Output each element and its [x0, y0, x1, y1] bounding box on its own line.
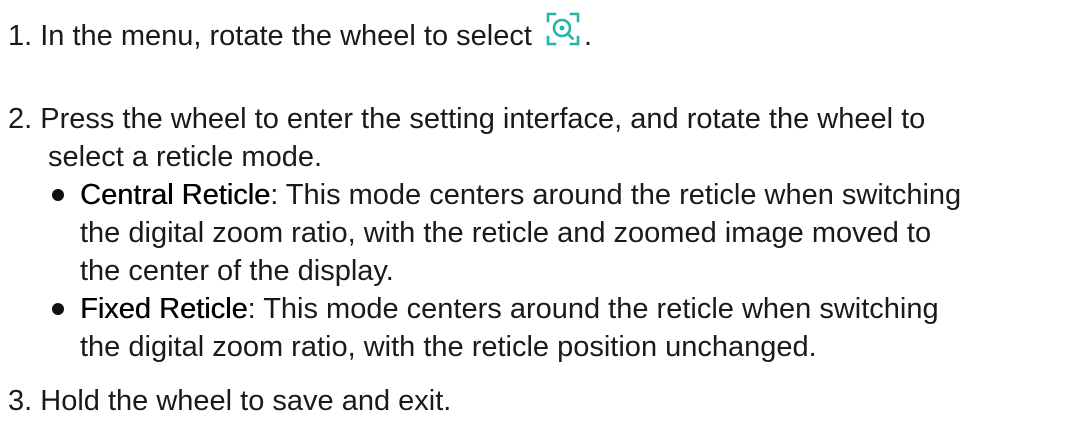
instruction-document: 1. In the menu, rotate the wheel to sele… [0, 0, 1067, 430]
term-central-reticle: Central Reticle [80, 179, 271, 211]
bullet-central-reticle-line-1: Central Reticle: This mode centers aroun… [80, 175, 961, 215]
step-2-text-line-1: Press the wheel to enter the setting int… [40, 103, 926, 135]
step-3-number: 3. [8, 385, 33, 417]
step-1-trailing: . [583, 20, 592, 53]
term-fixed-reticle: Fixed Reticle [80, 293, 248, 325]
bullet-text: : This mode centers around the reticle w… [247, 293, 939, 325]
bullet-text: the digital zoom ratio, with the reticle… [80, 331, 817, 363]
bullet-central-reticle-line-2: the digital zoom ratio, with the reticle… [80, 213, 931, 253]
step-1: 1. In the menu, rotate the wheel to sele… [8, 12, 592, 60]
step-2-line-1: 2. Press the wheel to enter the setting … [8, 99, 925, 139]
bullet-central-reticle-line-3: the center of the display. [80, 251, 394, 291]
step-1-number: 1. [8, 20, 33, 53]
bullet-text: the center of the display. [80, 255, 394, 287]
step-3: 3. Hold the wheel to save and exit. [8, 381, 451, 421]
step-2-number: 2. [8, 103, 33, 135]
step-2-text-line-2: select a reticle mode. [48, 141, 323, 173]
step-3-text: Hold the wheel to save and exit. [40, 385, 452, 417]
bullet-text: the digital zoom ratio, with the reticle… [80, 217, 932, 249]
step-2-line-2: select a reticle mode. [48, 137, 322, 177]
reticle-icon [546, 12, 580, 57]
bullet-dot [52, 189, 64, 201]
bullet-fixed-reticle-line-1: Fixed Reticle: This mode centers around … [80, 289, 939, 329]
bullet-dot [52, 303, 64, 315]
step-1-text: In the menu, rotate the wheel to select [40, 20, 532, 53]
bullet-text: : This mode centers around the reticle w… [270, 179, 962, 211]
bullet-fixed-reticle-line-2: the digital zoom ratio, with the reticle… [80, 327, 817, 367]
